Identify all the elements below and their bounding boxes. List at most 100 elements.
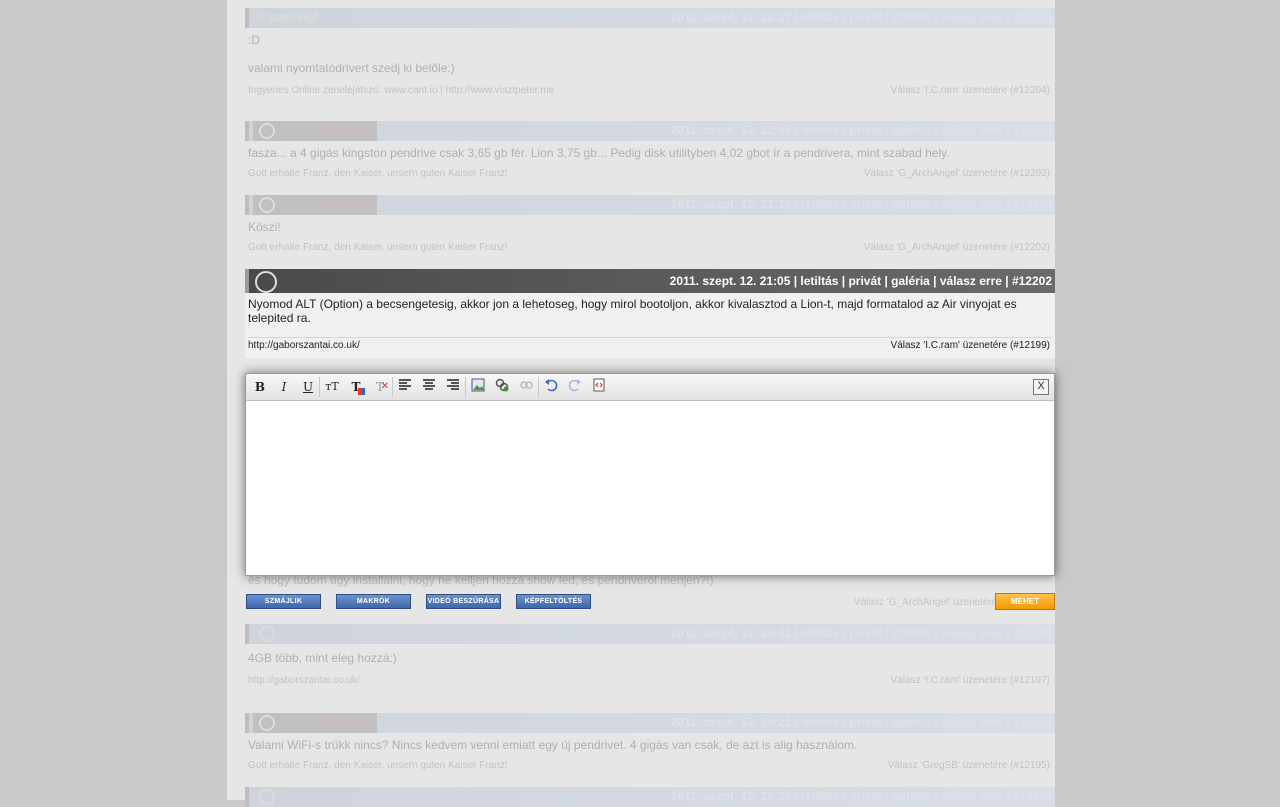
post-footer: Gott erhalte Franz, den Kaiser, unsern g…: [245, 758, 1055, 774]
reply-link[interactable]: Válasz 'I.C.ram' üzenetére (#12204): [891, 85, 1050, 96]
post-signature[interactable]: http://gaborszantai.co.uk/: [248, 675, 360, 686]
align-center-icon: [423, 379, 435, 390]
post-meta[interactable]: 2011. szept. 12. 20:41 | letiltás | priv…: [671, 626, 1053, 640]
insert-video-button[interactable]: VIDEÓ BESZÚRÁSA: [426, 594, 501, 609]
avatar[interactable]: I.C.ram: [253, 713, 377, 733]
post-username: I.C.ram: [319, 123, 369, 138]
reply-link[interactable]: Válasz 'G_ArchAngel' üzenetére (#12202): [864, 242, 1050, 253]
avatar[interactable]: I.C.ram: [253, 121, 377, 141]
post-header: 2011. szept. 12. 20:41 | letiltás | priv…: [245, 624, 1055, 644]
color-swatch-icon: [358, 388, 365, 395]
post-username: I.C.ram: [319, 197, 369, 212]
post-header: I.C.ram 2011. szept. 12. 22:05 | letiltá…: [245, 121, 1055, 141]
html-source-icon: [593, 378, 605, 392]
align-left-icon: [399, 379, 411, 390]
reply-target-text: Válasz 'G_ArchAngel' üzenetére: [854, 597, 998, 608]
reply-link[interactable]: Válasz 'I.C.ram' üzenetére (#12197): [891, 675, 1050, 686]
post-username: I.C.ram: [319, 715, 369, 730]
post-footer: Gott erhalte Franz, den Kaiser, unsern g…: [245, 166, 1055, 182]
avatar[interactable]: I.C.ram: [253, 195, 377, 215]
avatar-icon: [259, 789, 275, 805]
image-icon: [471, 378, 485, 392]
editor-toolbar: B I U тT T T ✕ X: [246, 374, 1054, 401]
reply-link[interactable]: Válasz 'I.C.ram' üzenetére (#12199): [891, 340, 1050, 351]
toolbar-separator: [538, 377, 539, 397]
post-body: :D valami nyomtatódrivert szedj ki belől…: [245, 28, 1055, 75]
highlighted-post: 2011. szept. 12. 21:05 | letiltás | priv…: [245, 269, 1055, 358]
post-meta[interactable]: 2011. szept. 12. 22:17 | letiltás | priv…: [671, 10, 1053, 24]
toolbar-separator: [392, 377, 393, 397]
post-header: I.C.ram 2011. szept. 12. 20:21 | letiltá…: [245, 713, 1055, 733]
post-meta[interactable]: 2011. szept. 12. 19:25 | letiltás | priv…: [671, 789, 1053, 803]
forum-post: 2011. szept. 12. 19:25 | letiltás | priv…: [245, 787, 1055, 807]
post-header: 2011. szept. 12. 19:25 | letiltás | priv…: [245, 787, 1055, 807]
post-signature: Gott erhalte Franz, den Kaiser, unsern g…: [248, 168, 508, 179]
forum-post: I.C.ram 2011. szept. 12. 22:05 | letiltá…: [245, 121, 1055, 182]
font-size-button[interactable]: тT: [323, 378, 341, 396]
forum-post: 2011. szept. 12. 20:41 | letiltás | priv…: [245, 624, 1055, 689]
italic-button[interactable]: I: [275, 378, 293, 396]
insert-image-button[interactable]: [469, 378, 487, 396]
align-center-button[interactable]: [420, 378, 438, 396]
avatar[interactable]: [253, 787, 289, 807]
link-icon: [495, 378, 509, 392]
source-code-button[interactable]: [590, 378, 608, 396]
forum-post: I.C.ram 2011. szept. 12. 20:21 | letiltá…: [245, 713, 1055, 774]
reply-link[interactable]: Válasz 'GregSB' üzenetére (#12195): [888, 760, 1050, 771]
forum-post: © passaigt 2011. szept. 12. 22:17 | leti…: [245, 8, 1055, 99]
post-signature: Gott erhalte Franz, den Kaiser, unsern g…: [248, 242, 508, 253]
post-body: Köszi!: [245, 215, 1055, 234]
smileys-button[interactable]: SZMÁJLIK: [246, 594, 321, 609]
send-button[interactable]: MEHET: [995, 593, 1055, 610]
post-signature[interactable]: http://gaborszantai.co.uk/: [248, 340, 360, 351]
text-color-button[interactable]: T: [347, 378, 365, 396]
unlink-icon: [520, 381, 533, 389]
post-meta[interactable]: 2011. szept. 12. 22:05 | letiltás | priv…: [671, 123, 1053, 137]
post-footer: http://gaborszantai.co.uk/ Válasz 'I.C.r…: [245, 673, 1055, 689]
avatar[interactable]: [253, 624, 289, 644]
avatar-icon: [259, 123, 275, 139]
post-text: 4GB több, mint eleg hozzá:): [248, 651, 397, 665]
align-left-button[interactable]: [396, 378, 414, 396]
post-meta[interactable]: 2011. szept. 12. 21:14 | letiltás | priv…: [671, 197, 1053, 211]
post-meta[interactable]: 2011. szept. 12. 21:05 | letiltás | priv…: [670, 274, 1052, 288]
post-header: © passaigt 2011. szept. 12. 22:17 | leti…: [245, 8, 1055, 28]
post-meta[interactable]: 2011. szept. 12. 20:21 | letiltás | priv…: [671, 715, 1053, 729]
bold-button[interactable]: B: [251, 378, 269, 396]
eraser-icon: ✕: [380, 381, 389, 392]
image-upload-button[interactable]: KÉPFELTÖLTÉS: [516, 594, 591, 609]
clear-format-button[interactable]: T ✕: [371, 378, 389, 396]
avatar-icon[interactable]: [255, 271, 277, 293]
message-textarea[interactable]: [246, 401, 1054, 575]
post-footer: Ingyenes Online zenelejátszó: www.cant.i…: [245, 83, 1055, 99]
post-username[interactable]: © passaigt: [257, 10, 318, 24]
underline-button[interactable]: U: [299, 378, 317, 396]
undo-button[interactable]: [542, 378, 560, 396]
align-right-icon: [447, 379, 459, 390]
forum-post: I.C.ram 2011. szept. 12. 21:14 | letiltá…: [245, 195, 1055, 256]
redo-icon: [568, 379, 581, 392]
post-text: Köszi!: [248, 220, 281, 234]
unlink-button[interactable]: [517, 378, 535, 396]
undo-icon: [545, 379, 558, 392]
post-signature: Gott erhalte Franz, den Kaiser, unsern g…: [248, 760, 508, 771]
reply-link[interactable]: Válasz 'G_ArchAngel' üzenetére (#12202): [864, 168, 1050, 179]
post-body: fasza... a 4 gigás kingston pendrive csa…: [245, 141, 1055, 160]
insert-link-button[interactable]: [493, 378, 511, 396]
close-button[interactable]: X: [1033, 379, 1049, 395]
post-footer: http://gaborszantai.co.uk/ Válasz 'I.C.r…: [245, 338, 1055, 356]
post-header: I.C.ram 2011. szept. 12. 21:14 | letiltá…: [245, 195, 1055, 215]
post-text: Valami WiFi-s trükk nincs? Nincs kedvem …: [248, 738, 858, 752]
macros-button[interactable]: MAKRÓK: [336, 594, 411, 609]
redo-button[interactable]: [566, 378, 584, 396]
avatar-icon: [259, 626, 275, 642]
post-text: valami nyomtatódrivert szedj ki belőle:): [248, 61, 455, 75]
post-body: Nyomod ALT (Option) a becsengetesig, akk…: [248, 297, 1017, 325]
align-right-button[interactable]: [444, 378, 462, 396]
toolbar-separator: [319, 377, 320, 397]
post-text: :D: [248, 33, 260, 47]
avatar-icon: [259, 197, 275, 213]
post-body: Valami WiFi-s trükk nincs? Nincs kedvem …: [245, 733, 1055, 752]
post-signature[interactable]: Ingyenes Online zenelejátszó: www.cant.i…: [248, 85, 554, 96]
toolbar-separator: [465, 377, 466, 397]
